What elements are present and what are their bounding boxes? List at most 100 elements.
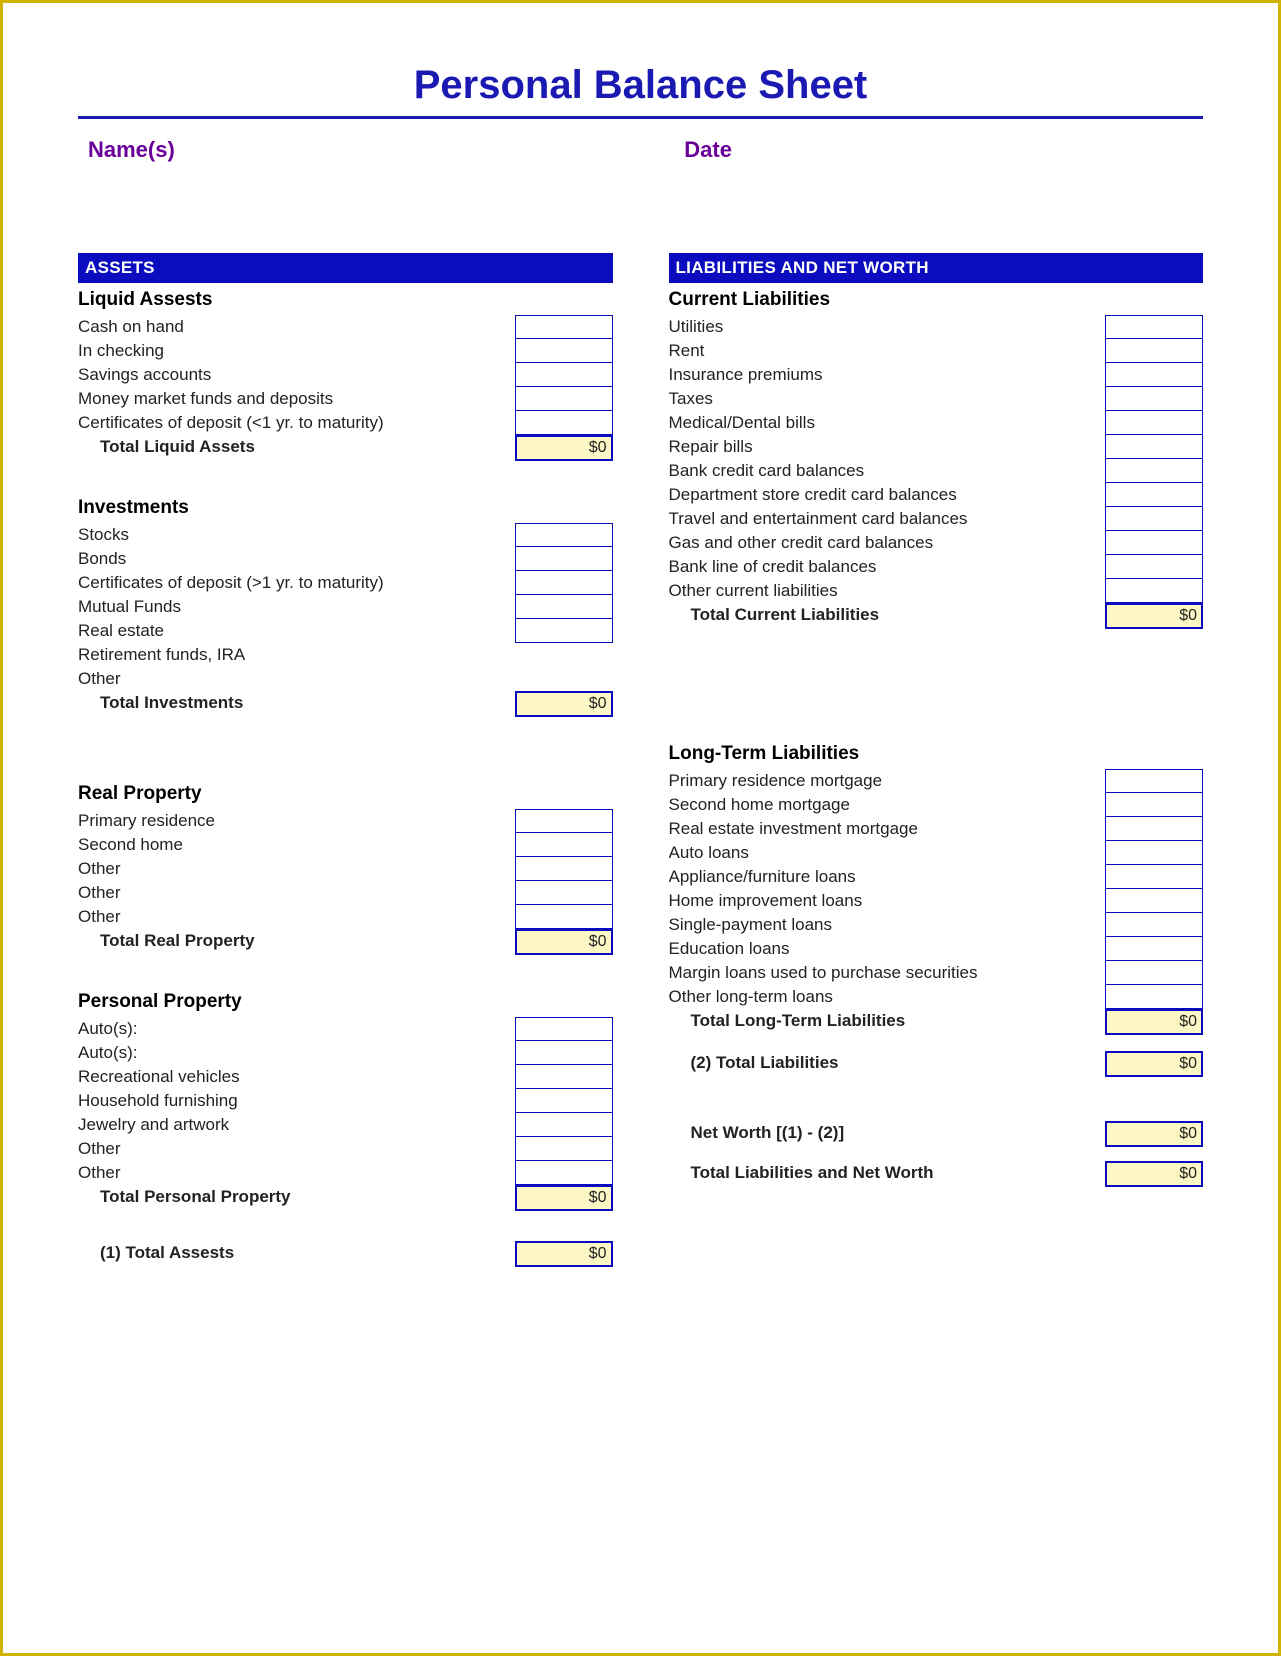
current-liab-item: Other current liabilities [669,579,1106,603]
personal-property-item: Household furnishing [78,1089,515,1113]
investments-item: Mutual Funds [78,595,515,619]
current-liab-input[interactable] [1105,315,1203,339]
longterm-liab-item: Other long-term loans [669,985,1106,1009]
real-property-item: Other [78,881,515,905]
longterm-liab-input[interactable] [1105,841,1203,865]
longterm-liab-input[interactable] [1105,793,1203,817]
current-liab-input[interactable] [1105,411,1203,435]
longterm-liab-input[interactable] [1105,961,1203,985]
real-property-item: Other [78,905,515,929]
liquid-heading: Liquid Assests [78,289,613,311]
investments-input[interactable] [515,595,613,619]
investments-item: Certificates of deposit (>1 yr. to matur… [78,571,515,595]
liabilities-band: LIABILITIES AND NET WORTH [669,253,1204,283]
current-liab-total-value: $0 [1105,603,1203,629]
personal-property-input[interactable] [515,1017,613,1041]
total-liabilities-value: $0 [1105,1051,1203,1077]
longterm-liab-input[interactable] [1105,913,1203,937]
current-liab-item: Bank line of credit balances [669,555,1106,579]
investments-item: Bonds [78,547,515,571]
personal-property-item: Other [78,1161,515,1185]
longterm-liab-input[interactable] [1105,985,1203,1009]
current-liab-item: Medical/Dental bills [669,411,1106,435]
liquid-input[interactable] [515,363,613,387]
real-property-heading: Real Property [78,783,613,805]
liquid-input[interactable] [515,339,613,363]
real-property-items: Primary residence Second home Other Othe… [78,809,613,929]
personal-property-input[interactable] [515,1065,613,1089]
longterm-liab-item: Second home mortgage [669,793,1106,817]
real-property-input[interactable] [515,905,613,929]
personal-property-input[interactable] [515,1113,613,1137]
investments-item: Retirement funds, IRA [78,643,515,667]
longterm-liab-input[interactable] [1105,817,1203,841]
longterm-liab-input[interactable] [1105,889,1203,913]
current-liab-input[interactable] [1105,507,1203,531]
investments-item: Other [78,667,515,691]
current-liab-item: Taxes [669,387,1106,411]
investments-input[interactable] [515,547,613,571]
real-property-input[interactable] [515,809,613,833]
net-worth-label: Net Worth [(1) - (2)] [669,1121,1106,1147]
longterm-liab-heading: Long-Term Liabilities [669,743,1204,765]
current-liab-input[interactable] [1105,483,1203,507]
real-property-total-value: $0 [515,929,613,955]
longterm-liab-input[interactable] [1105,769,1203,793]
assets-total-label: (1) Total Assests [78,1241,515,1267]
real-property-input[interactable] [515,881,613,905]
current-liab-input[interactable] [1105,339,1203,363]
current-liab-item: Gas and other credit card balances [669,531,1106,555]
current-liab-input[interactable] [1105,387,1203,411]
current-liab-input[interactable] [1105,555,1203,579]
current-liab-input[interactable] [1105,459,1203,483]
current-liab-item: Repair bills [669,435,1106,459]
longterm-liab-input[interactable] [1105,937,1203,961]
investments-input[interactable] [515,523,613,547]
longterm-liab-item: Home improvement loans [669,889,1106,913]
personal-property-input[interactable] [515,1137,613,1161]
longterm-liab-input[interactable] [1105,865,1203,889]
columns: ASSETS Liquid Assests Cash on hand In ch… [78,253,1203,1267]
current-liab-item: Travel and entertainment card balances [669,507,1106,531]
real-property-item: Primary residence [78,809,515,833]
grand-total-label: Total Liabilities and Net Worth [669,1161,1106,1187]
liquid-item: Certificates of deposit (<1 yr. to matur… [78,411,515,435]
real-property-input[interactable] [515,833,613,857]
longterm-liab-item: Single-payment loans [669,913,1106,937]
current-liab-input[interactable] [1105,579,1203,603]
liquid-total-label: Total Liquid Assets [78,435,515,461]
title-rule [78,116,1203,119]
current-liab-items: Utilities Rent Insurance premiums Taxes … [669,315,1204,603]
current-liab-input[interactable] [1105,435,1203,459]
investments-input[interactable] [515,619,613,643]
assets-column: ASSETS Liquid Assests Cash on hand In ch… [78,253,613,1267]
investments-item: Real estate [78,619,515,643]
total-liabilities-label: (2) Total Liabilities [669,1051,1106,1077]
liabilities-column: LIABILITIES AND NET WORTH Current Liabil… [669,253,1204,1267]
longterm-liab-item: Education loans [669,937,1106,961]
liquid-items: Cash on hand In checking Savings account… [78,315,613,435]
personal-property-heading: Personal Property [78,991,613,1013]
investments-input[interactable] [515,571,613,595]
personal-property-input[interactable] [515,1041,613,1065]
current-liab-item: Department store credit card balances [669,483,1106,507]
personal-property-item: Other [78,1137,515,1161]
liquid-input[interactable] [515,387,613,411]
current-liab-input[interactable] [1105,531,1203,555]
personal-property-input[interactable] [515,1161,613,1185]
current-liab-total-label: Total Current Liabilities [669,603,1106,629]
personal-property-item: Auto(s): [78,1041,515,1065]
current-liab-input[interactable] [1105,363,1203,387]
investments-item: Stocks [78,523,515,547]
personal-property-input[interactable] [515,1089,613,1113]
current-liab-item: Bank credit card balances [669,459,1106,483]
personal-property-total-label: Total Personal Property [78,1185,515,1211]
real-property-item: Other [78,857,515,881]
investments-blank [515,643,613,667]
current-liab-item: Utilities [669,315,1106,339]
real-property-input[interactable] [515,857,613,881]
longterm-liab-item: Real estate investment mortgage [669,817,1106,841]
longterm-liab-total-value: $0 [1105,1009,1203,1035]
liquid-input[interactable] [515,411,613,435]
liquid-input[interactable] [515,315,613,339]
